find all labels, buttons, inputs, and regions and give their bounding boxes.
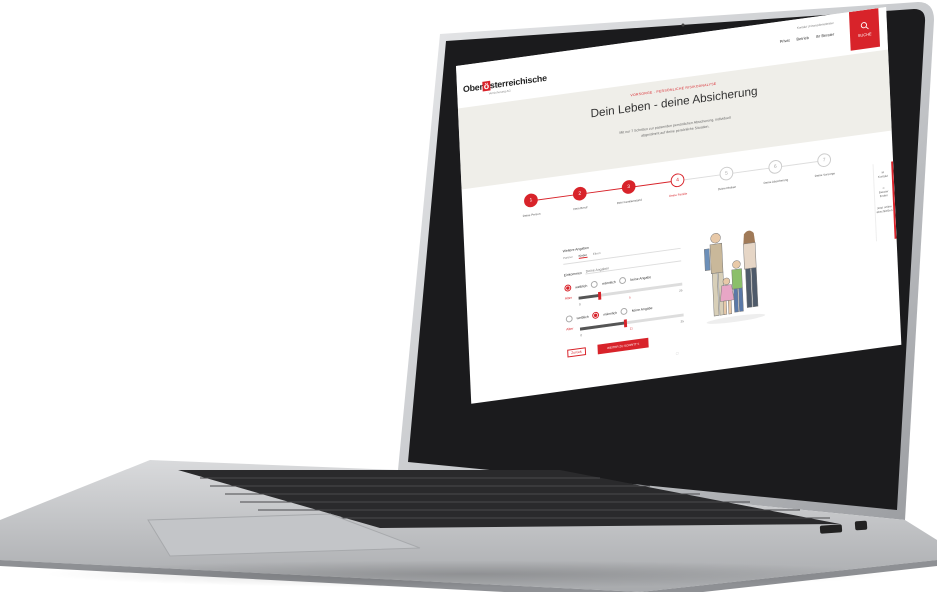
- child-2-min: 0: [580, 333, 583, 338]
- child-2-slider-handle[interactable]: [623, 319, 628, 328]
- sidebar-item-contact[interactable]: ✉ Kontakt: [874, 169, 892, 179]
- family-illustration: [704, 230, 766, 324]
- step-7-label: Deine Vorsorge: [814, 171, 836, 178]
- child-1-opt-none: keine Angabe: [630, 274, 652, 282]
- child-1-slider-handle[interactable]: [597, 291, 601, 300]
- next-step-button[interactable]: WEITER ZU SCHRITT 5: [597, 337, 650, 355]
- search-label: SUCHE: [857, 31, 872, 39]
- sidebar-item-advisor[interactable]: ☺ Berater finden: [875, 185, 893, 199]
- floating-sidebar: ✉ Kontakt ☺ Berater finden Jetzt online …: [872, 161, 897, 242]
- child-1-radio-female[interactable]: [564, 284, 572, 292]
- child-1-value: 5: [628, 295, 631, 300]
- child-1-max: 25: [679, 288, 683, 293]
- child-1-slider-fill: [578, 293, 600, 300]
- nav-item-betrieb[interactable]: Betrieb: [796, 35, 809, 42]
- sidebar-item-contact-label: Kontakt: [877, 173, 889, 179]
- step-1-indicator: 1: [523, 192, 539, 209]
- child-2-radio-female[interactable]: [565, 315, 573, 323]
- income-label: Einkommen: [563, 270, 582, 277]
- child-1-radio-none[interactable]: [619, 276, 627, 285]
- child-1-age-label: Alter: [564, 295, 572, 301]
- main-nav: Privat Betrieb Ihr Berater: [780, 32, 835, 44]
- web-page: Oberösterreichische Versicherung AG Kont…: [456, 6, 902, 404]
- tab-kinder[interactable]: Kinder: [578, 252, 588, 259]
- child-2-age-label: Alter: [566, 326, 574, 332]
- child-1-min: 0: [578, 302, 581, 307]
- tab-eltern[interactable]: Eltern: [593, 251, 601, 257]
- child-2-opt-female: weiblich: [576, 314, 589, 320]
- step-7: 7 Deine Vorsorge: [795, 149, 855, 180]
- sidebar-item-advisor-label: Berater finden: [878, 189, 889, 199]
- nav-item-privat[interactable]: Privat: [780, 38, 790, 44]
- sidebar-item-online[interactable]: Jetzt online abschließen: [875, 204, 893, 214]
- family-form: Weitere Angaben Partner Kinder Eltern Ei…: [563, 233, 685, 358]
- logo-suffix: sterreichische: [489, 72, 548, 91]
- back-button[interactable]: Zurück: [567, 347, 586, 358]
- loading-spinner-icon: ◌: [675, 350, 680, 358]
- utility-links[interactable]: Kontakt | Finanzdienstleister: [797, 21, 834, 30]
- step-7-indicator: 7: [817, 152, 832, 168]
- nav-item-berater[interactable]: Ihr Berater: [816, 32, 835, 39]
- child-1-opt-female: weiblich: [575, 283, 588, 289]
- child-2-radio-none[interactable]: [620, 307, 628, 316]
- child-1-radio-male[interactable]: [591, 280, 599, 289]
- step-2-indicator: 2: [572, 185, 587, 202]
- child-2-value: 11: [629, 326, 633, 331]
- child-1-opt-male: männlich: [601, 279, 616, 286]
- child-2-radio-male[interactable]: [592, 311, 600, 320]
- child-2-opt-male: männlich: [603, 310, 618, 317]
- search-icon: [860, 22, 869, 30]
- search-button[interactable]: SUCHE: [848, 8, 881, 51]
- child-2-opt-none: keine Angabe: [631, 305, 653, 313]
- child-2-max: 25: [680, 319, 684, 324]
- logo-prefix: Ober: [462, 81, 483, 95]
- laptop-shadow: [40, 560, 900, 588]
- step-3-indicator: 3: [621, 179, 636, 195]
- step-6-indicator: 6: [768, 159, 783, 175]
- sidebar-item-online-label: Jetzt online abschließen: [876, 204, 893, 215]
- tab-partner[interactable]: Partner: [563, 255, 573, 261]
- step-4-indicator: 4: [670, 172, 685, 188]
- step-5-indicator: 5: [719, 165, 734, 182]
